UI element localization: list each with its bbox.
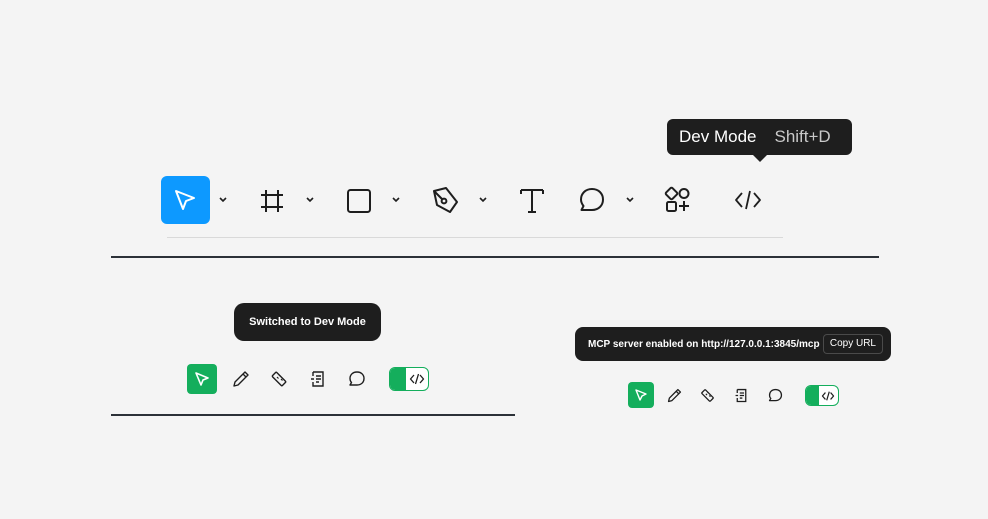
move-tool-menu-chevron-icon[interactable] (218, 196, 228, 204)
comment-tool-menu-chevron-icon[interactable] (625, 196, 635, 204)
pen-tool-menu-chevron-icon[interactable] (478, 196, 488, 204)
speech-bubble-icon[interactable] (347, 369, 367, 389)
tooltip-arrow (752, 154, 768, 162)
cursor-arrow-icon (195, 372, 209, 386)
code-brackets-icon (821, 391, 835, 400)
speech-bubble-icon[interactable] (767, 387, 784, 404)
toolbar-divider (167, 237, 783, 238)
shape-tool-menu-chevron-icon[interactable] (391, 196, 401, 204)
speech-bubble-icon[interactable] (578, 186, 606, 214)
copy-url-button[interactable]: Copy URL (822, 334, 883, 354)
eyedropper-icon[interactable] (666, 387, 683, 404)
cursor-arrow-icon (635, 389, 647, 401)
frame-hash-icon[interactable] (258, 187, 286, 215)
code-brackets-icon (409, 373, 425, 385)
dev-move-tool-button[interactable] (187, 364, 217, 394)
frame-tool-menu-chevron-icon[interactable] (305, 196, 315, 204)
dev-mode-tooltip: Dev Mode Shift+D (667, 119, 852, 155)
annotation-icon[interactable] (733, 387, 750, 404)
annotation-icon[interactable] (308, 369, 328, 389)
tooltip-label: Dev Mode (679, 127, 757, 146)
main-toolbar (150, 170, 790, 230)
toggle-track-fill (390, 368, 406, 390)
shapes-plus-icon[interactable] (664, 186, 692, 214)
mcp-toast-text: MCP server enabled on http://127.0.0.1:3… (588, 338, 820, 350)
left-panel-divider (111, 414, 515, 416)
mcp-toast: MCP server enabled on http://127.0.0.1:3… (575, 327, 891, 361)
move-tool-button[interactable] (161, 176, 210, 224)
code-brackets-icon[interactable] (734, 188, 762, 212)
cursor-arrow-icon (175, 190, 195, 210)
section-divider (111, 256, 879, 258)
ruler-icon[interactable] (269, 369, 289, 389)
dev-mode-toggle[interactable] (389, 367, 429, 391)
toast-text: Switched to Dev Mode (249, 316, 366, 328)
square-icon[interactable] (345, 187, 373, 215)
dev-mode-toggle[interactable] (805, 385, 839, 406)
pen-nib-icon[interactable] (430, 185, 460, 215)
text-t-icon[interactable] (518, 186, 546, 214)
tooltip-shortcut: Shift+D (774, 127, 831, 146)
ruler-icon[interactable] (699, 387, 716, 404)
dev-move-tool-button[interactable] (628, 382, 654, 408)
eyedropper-icon[interactable] (231, 369, 251, 389)
switched-toast: Switched to Dev Mode (234, 303, 381, 341)
